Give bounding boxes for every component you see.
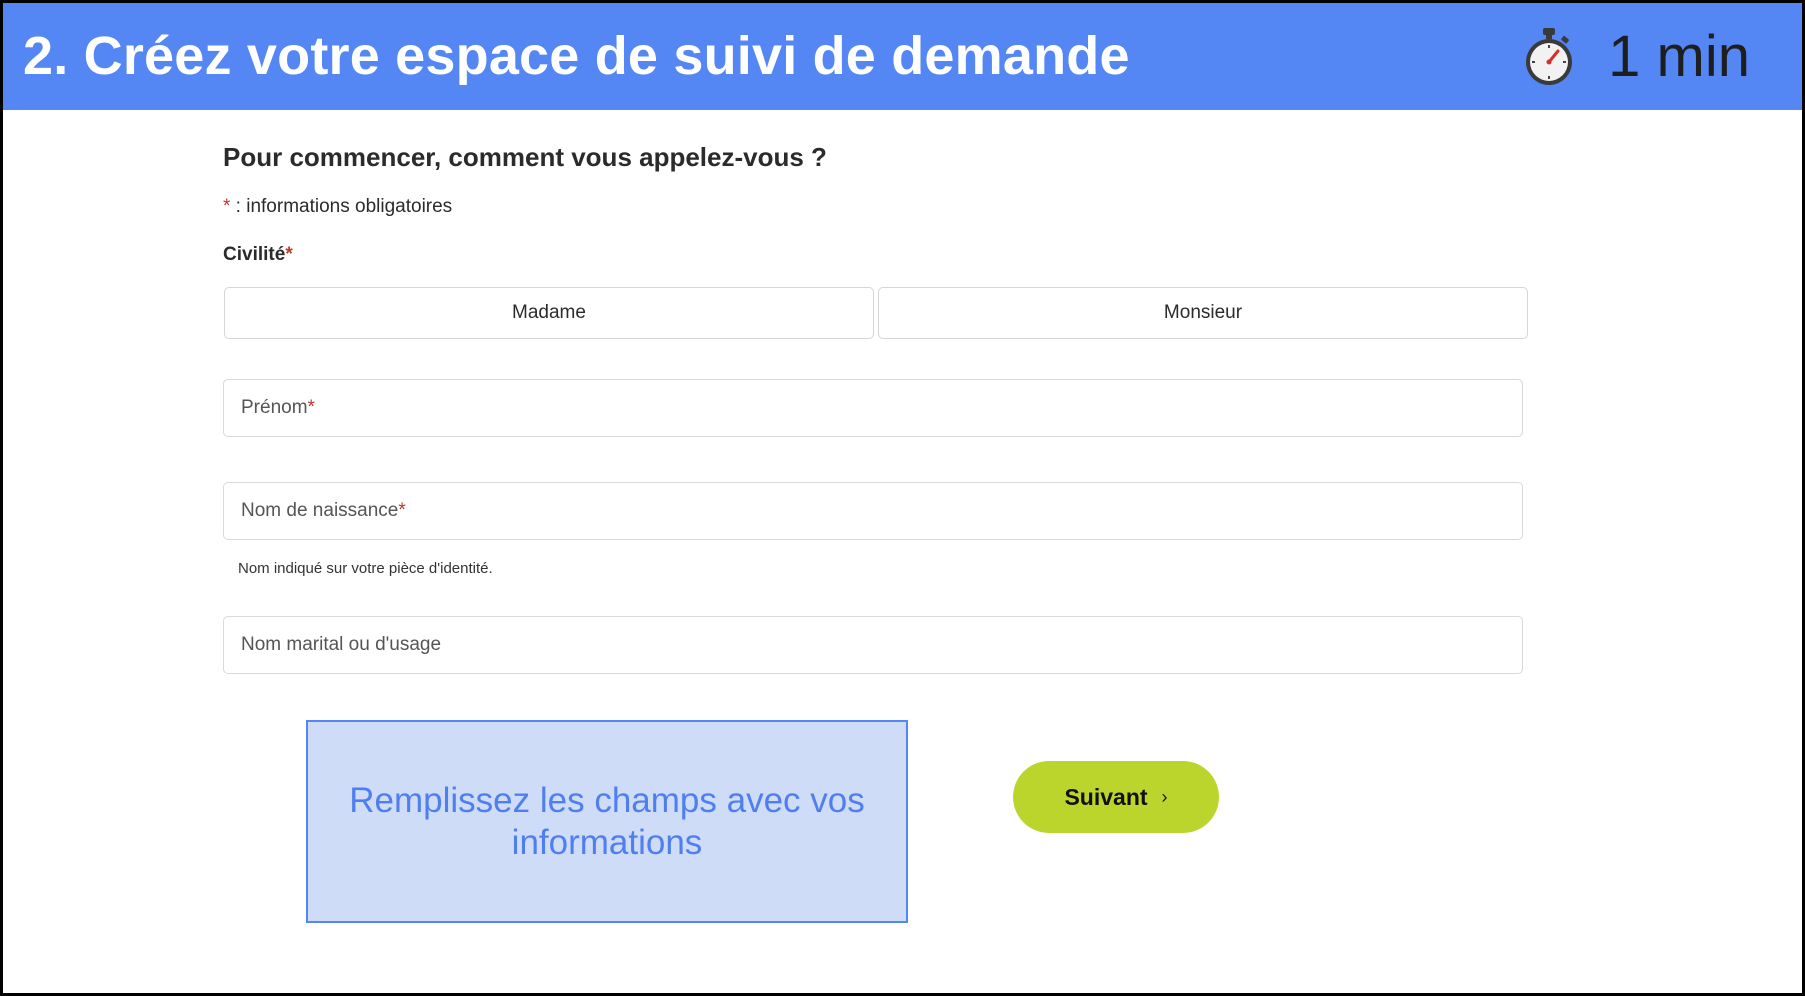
form-heading: Pour commencer, comment vous appelez-vou…	[223, 142, 827, 172]
civilite-label: Civilité*	[223, 244, 293, 266]
required-star: *	[285, 244, 293, 265]
civilite-label-text: Civilité	[223, 244, 286, 265]
tutorial-frame: 2. Créez votre espace de suivi de demand…	[0, 0, 1805, 996]
nom-naissance-help: Nom indiqué sur votre pièce d'identité.	[238, 560, 493, 577]
required-star: *	[398, 500, 406, 521]
civilite-madame-button[interactable]: Madame	[224, 287, 874, 339]
nom-naissance-placeholder: Nom de naissance	[241, 500, 399, 521]
nom-naissance-input[interactable]: Nom de naissance *	[223, 482, 1523, 540]
nom-marital-placeholder: Nom marital ou d'usage	[241, 634, 442, 655]
required-note: * : informations obligatoires	[223, 196, 452, 218]
chevron-right-icon: ›	[1161, 786, 1168, 807]
next-button-label: Suivant	[1064, 783, 1148, 810]
nom-marital-input[interactable]: Nom marital ou d'usage	[223, 616, 1523, 674]
prenom-placeholder: Prénom	[241, 397, 308, 418]
page-title: 2. Créez votre espace de suivi de demand…	[23, 26, 1130, 86]
header-bar: 2. Créez votre espace de suivi de demand…	[3, 3, 1802, 110]
stopwatch-icon	[1526, 28, 1573, 85]
civilite-monsieur-button[interactable]: Monsieur	[878, 287, 1528, 339]
prenom-input[interactable]: Prénom *	[223, 379, 1523, 437]
timer: 1 min	[1522, 25, 1750, 89]
required-star: *	[307, 397, 315, 418]
required-note-text: : informations obligatoires	[230, 196, 453, 217]
next-button[interactable]: Suivant ›	[1013, 761, 1219, 833]
timer-text: 1 min	[1608, 24, 1750, 89]
instruction-callout: Remplissez les champs avec vos informati…	[306, 720, 908, 923]
